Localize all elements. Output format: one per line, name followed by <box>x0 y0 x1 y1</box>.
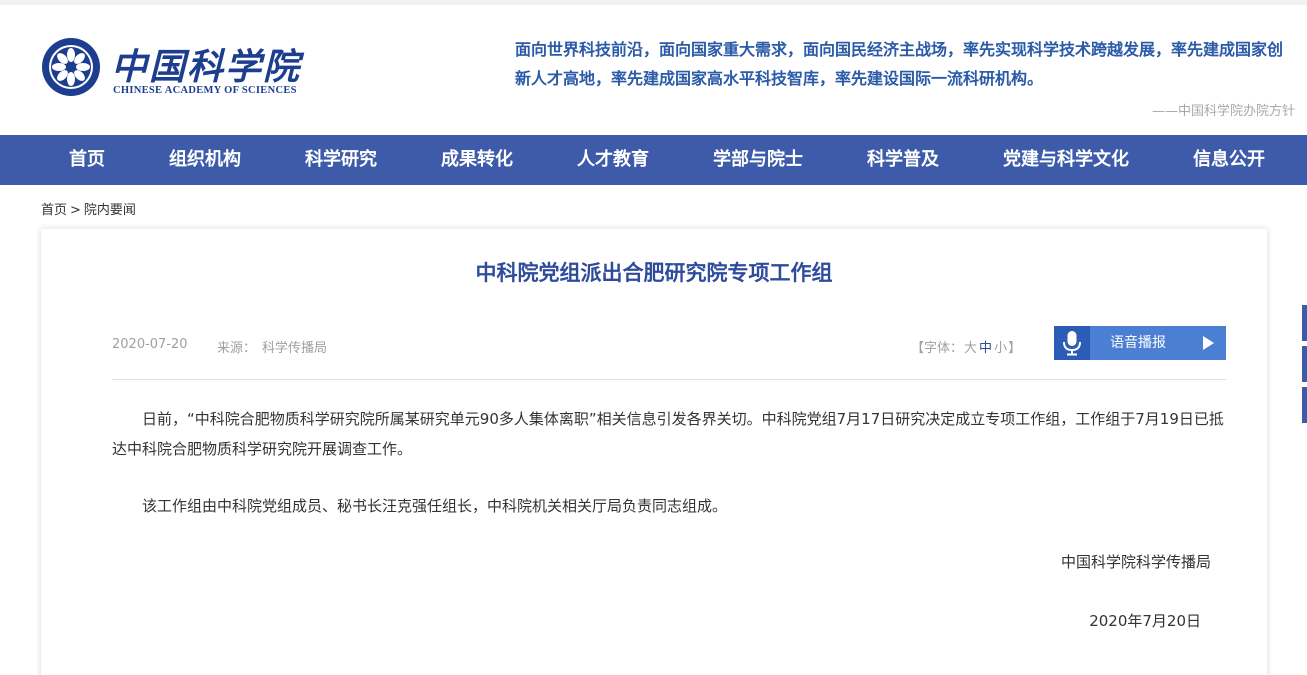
cas-emblem-icon <box>42 38 100 96</box>
nav-item-party-culture[interactable]: 党建与科学文化 <box>1003 135 1129 185</box>
breadcrumb-separator: > <box>70 203 81 218</box>
font-size-close: 】 <box>1008 341 1022 356</box>
breadcrumb-home[interactable]: 首页 <box>41 203 67 218</box>
nav-item-organization[interactable]: 组织机构 <box>169 135 241 185</box>
voice-broadcast-button[interactable]: 语音播报 <box>1054 326 1226 360</box>
article-source: 来源： 科学传播局 <box>217 337 333 356</box>
nav-item-home[interactable]: 首页 <box>69 135 105 185</box>
article-title: 中科院党组派出合肥研究院专项工作组 <box>475 261 833 285</box>
nav-item-education[interactable]: 人才教育 <box>577 135 649 185</box>
article-body: 日前，“中科院合肥物质科学研究院所属某研究单元90多人集体离职”相关信息引发各界… <box>112 404 1226 521</box>
logo-chinese-name: 中国科学院 <box>111 46 302 88</box>
voice-broadcast-label: 语音播报 <box>1110 335 1166 351</box>
article-signature: 中国科学院科学传播局 <box>1060 553 1211 571</box>
play-icon <box>1203 336 1214 350</box>
main-nav: 首页 组织机构 科学研究 成果转化 人才教育 学部与院士 科学普及 党建与科学文… <box>0 135 1307 185</box>
site-logo[interactable]: 中国科学院 CHINESE ACADEMY OF SCIENCES <box>41 34 301 104</box>
meta-divider <box>112 379 1226 380</box>
article-date: 2020-07-20 <box>112 337 188 352</box>
nav-item-disclosure[interactable]: 信息公开 <box>1193 135 1265 185</box>
article-paragraph: 该工作组由中科院党组成员、秘书长汪克强任组长，中科院机关相关厅局负责同志组成。 <box>142 497 728 515</box>
nav-item-popular-science[interactable]: 科学普及 <box>867 135 939 185</box>
breadcrumb: 首页 > 院内要闻 <box>41 199 139 218</box>
institute-motto: 面向世界科技前沿，面向国家重大需求，面向国民经济主战场，率先实现科学技术跨越发展… <box>515 40 1284 88</box>
breadcrumb-current[interactable]: 院内要闻 <box>84 203 136 218</box>
side-float-tab-2[interactable] <box>1302 346 1307 382</box>
article-paragraph: 日前，“中科院合肥物质科学研究院所属某研究单元90多人集体离职”相关信息引发各界… <box>112 410 1224 458</box>
side-float-tab-1[interactable] <box>1302 305 1307 341</box>
side-float-tab-3[interactable] <box>1302 387 1307 423</box>
motto-signature: ——中国科学院办院方针 <box>1151 104 1295 119</box>
logo-english-name: CHINESE ACADEMY OF SCIENCES <box>113 85 297 96</box>
source-label: 来源： <box>217 341 257 356</box>
site-header: 中国科学院 CHINESE ACADEMY OF SCIENCES 面向世界科技… <box>0 5 1307 135</box>
source-value: 科学传播局 <box>262 341 328 356</box>
font-size-medium[interactable]: 中 <box>979 341 992 356</box>
font-size-open: 【字体： <box>911 341 964 356</box>
microphone-icon <box>1054 326 1090 360</box>
nav-item-academicians[interactable]: 学部与院士 <box>713 135 803 185</box>
font-size-selector: 【字体：大中小】 <box>911 337 1021 356</box>
article-signature-date: 2020年7月20日 <box>1089 612 1201 630</box>
nav-item-transfer[interactable]: 成果转化 <box>441 135 513 185</box>
font-size-small[interactable]: 小 <box>994 341 1007 356</box>
nav-item-research[interactable]: 科学研究 <box>305 135 377 185</box>
article-panel: 中科院党组派出合肥研究院专项工作组 2020-07-20 来源： 科学传播局 【字… <box>41 229 1267 675</box>
font-size-large[interactable]: 大 <box>964 341 977 356</box>
